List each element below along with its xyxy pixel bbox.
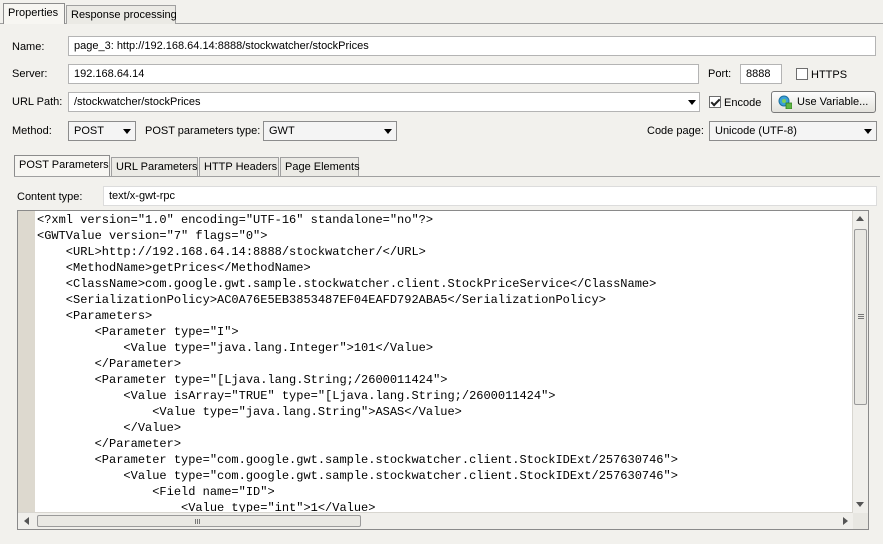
name-field[interactable]: page_3: http://192.168.64.14:8888/stockw… xyxy=(68,36,876,56)
url-path-label: URL Path: xyxy=(12,96,63,108)
horizontal-scroll-thumb[interactable] xyxy=(37,515,361,527)
code-line: <Parameters> xyxy=(37,309,153,323)
post-params-type-label: POST parameters type: xyxy=(145,125,261,137)
server-field[interactable]: 192.168.64.14 xyxy=(68,64,699,84)
xml-editor[interactable]: <?xml version="1.0" encoding="UTF-16" st… xyxy=(17,210,869,530)
scroll-up-arrow-icon[interactable] xyxy=(856,216,864,221)
code-line: <Value type="java.lang.String">ASAS</Val… xyxy=(37,405,462,419)
url-path-combo[interactable]: /stockwatcher/stockPrices xyxy=(68,92,700,112)
vertical-scroll-thumb[interactable] xyxy=(854,229,867,405)
vertical-scrollbar[interactable] xyxy=(852,211,868,513)
chevron-down-icon[interactable] xyxy=(688,100,696,105)
code-page-label: Code page: xyxy=(647,125,704,137)
method-label: Method: xyxy=(12,125,52,137)
https-label: HTTPS xyxy=(811,69,848,81)
method-select[interactable]: POST xyxy=(68,121,136,141)
post-params-type-value: GWT xyxy=(269,125,295,137)
tab-page-elements[interactable]: Page Elements xyxy=(280,157,360,176)
scroll-down-arrow-icon[interactable] xyxy=(856,502,864,507)
code-line: </Value> xyxy=(37,421,182,435)
encode-checkbox[interactable] xyxy=(709,96,721,108)
port-field[interactable]: 8888 xyxy=(740,64,782,84)
scroll-corner xyxy=(853,513,868,529)
url-path-value: /stockwatcher/stockPrices xyxy=(74,96,201,108)
tab-post-parameters[interactable]: POST Parameters xyxy=(14,155,110,176)
tab-response-processing[interactable]: Response processing xyxy=(66,5,177,24)
content-type-label: Content type: xyxy=(17,191,83,203)
editor-gutter xyxy=(18,211,35,513)
code-line: <ClassName>com.google.gwt.sample.stockwa… xyxy=(37,277,657,291)
scroll-left-arrow-icon[interactable] xyxy=(24,517,29,525)
use-variable-button[interactable]: Use Variable... xyxy=(771,91,876,113)
code-line: </Parameter> xyxy=(37,357,182,371)
code-line: <MethodName>getPrices</MethodName> xyxy=(37,261,311,275)
code-line: <?xml version="1.0" encoding="UTF-16" st… xyxy=(37,213,434,227)
code-line: <URL>http://192.168.64.14:8888/stockwatc… xyxy=(37,245,426,259)
chevron-down-icon xyxy=(384,129,392,134)
chevron-down-icon xyxy=(123,129,131,134)
code-line: <Parameter type="com.google.gwt.sample.s… xyxy=(37,453,678,467)
use-variable-label: Use Variable... xyxy=(797,96,869,108)
code-line: <Value type="java.lang.Integer">101</Val… xyxy=(37,341,434,355)
method-value: POST xyxy=(74,125,104,137)
content-type-field[interactable]: text/x-gwt-rpc xyxy=(103,186,877,206)
code-line: <Value isArray="TRUE" type="[Ljava.lang.… xyxy=(37,389,556,403)
xml-code[interactable]: <?xml version="1.0" encoding="UTF-16" st… xyxy=(37,212,678,516)
code-line: </Parameter> xyxy=(37,437,182,451)
code-page-value: Unicode (UTF-8) xyxy=(715,125,797,137)
code-line: <Parameter type="I"> xyxy=(37,325,239,339)
code-line: <SerializationPolicy>AC0A76E5EB3853487EF… xyxy=(37,293,606,307)
code-line: <Parameter type="[Ljava.lang.String;/260… xyxy=(37,373,448,387)
scroll-right-arrow-icon[interactable] xyxy=(843,517,848,525)
code-page-select[interactable]: Unicode (UTF-8) xyxy=(709,121,877,141)
code-line: <Value type="com.google.gwt.sample.stock… xyxy=(37,469,678,483)
horizontal-scrollbar[interactable] xyxy=(18,512,853,529)
port-label: Port: xyxy=(708,68,732,80)
name-label: Name: xyxy=(12,41,45,53)
variable-icon xyxy=(778,95,793,110)
code-line: <GWTValue version="7" flags="0"> xyxy=(37,229,268,243)
tab-url-parameters[interactable]: URL Parameters xyxy=(111,157,198,176)
chevron-down-icon xyxy=(864,129,872,134)
tab-http-headers[interactable]: HTTP Headers xyxy=(199,157,279,176)
post-params-type-select[interactable]: GWT xyxy=(263,121,397,141)
tab-properties[interactable]: Properties xyxy=(3,3,65,24)
server-label: Server: xyxy=(12,68,48,80)
encode-label: Encode xyxy=(724,97,762,109)
https-checkbox[interactable] xyxy=(796,68,808,80)
code-line: <Field name="ID"> xyxy=(37,485,275,499)
